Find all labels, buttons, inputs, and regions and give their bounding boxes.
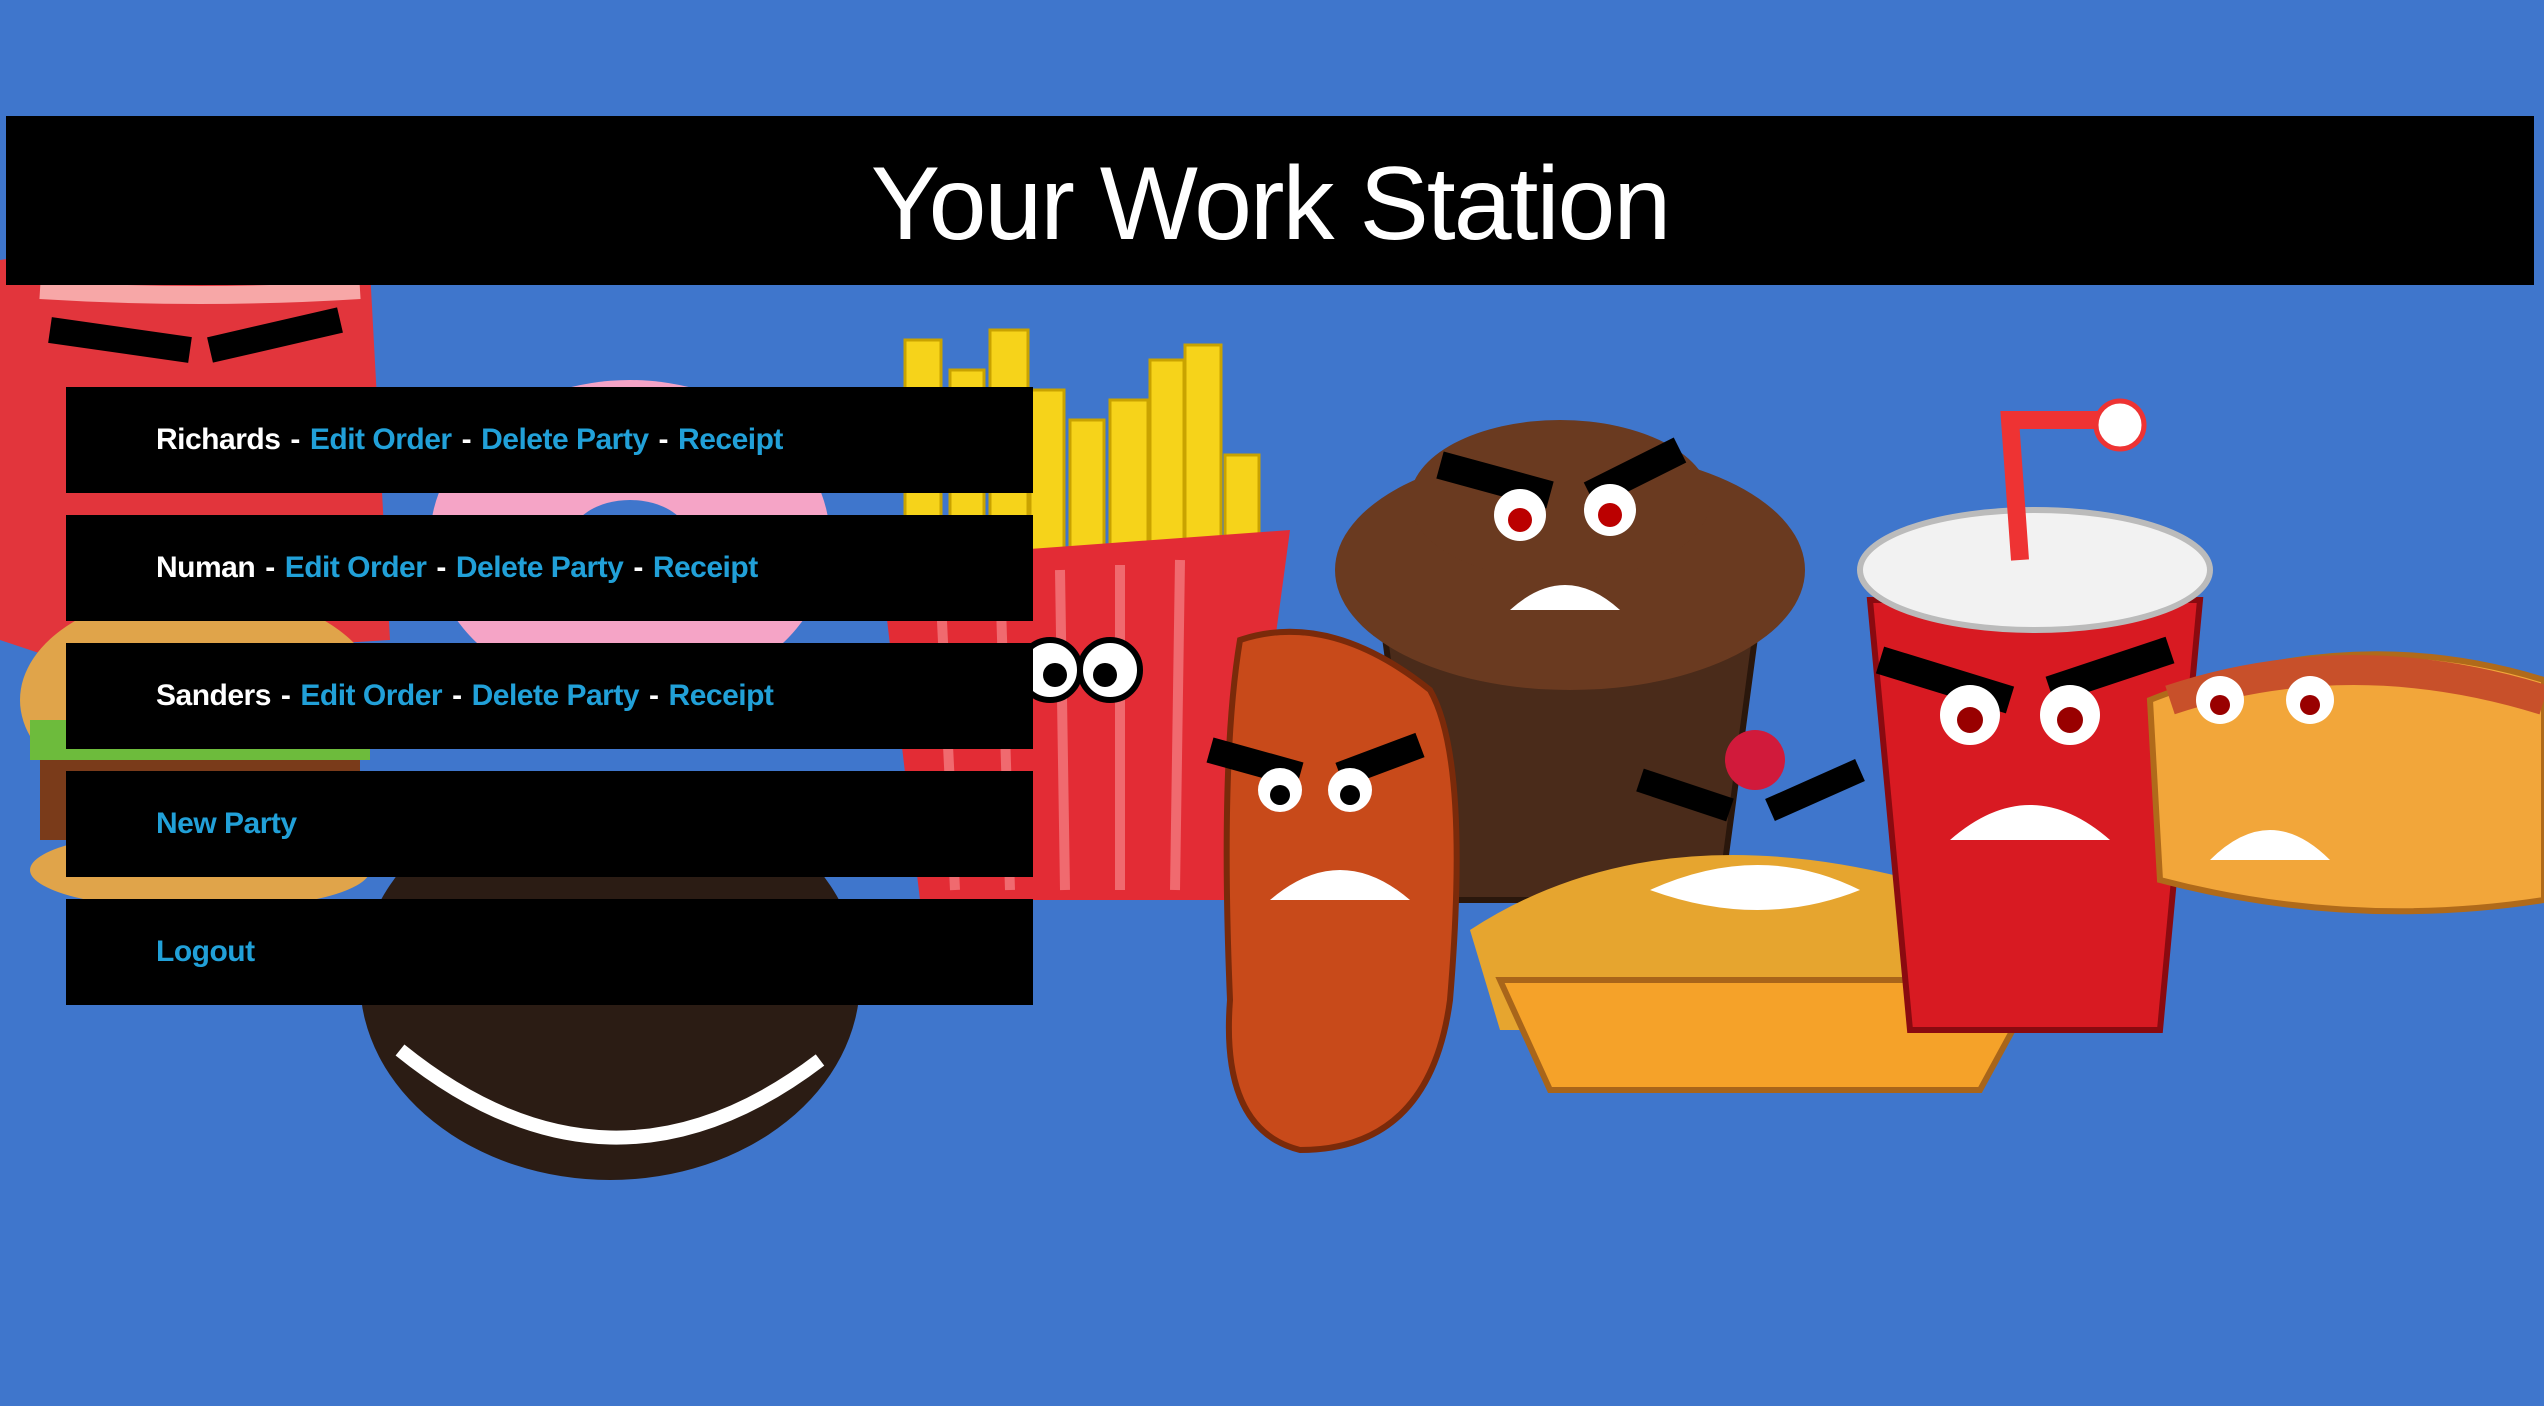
- separator: -: [658, 423, 669, 456]
- page-title: Your Work Station: [870, 146, 1671, 262]
- party-name: Sanders: [156, 679, 271, 712]
- separator: -: [280, 679, 291, 712]
- edit-order-link[interactable]: Edit Order: [300, 679, 442, 713]
- party-name: Numan: [156, 551, 256, 584]
- new-party-row: New Party: [66, 771, 1033, 877]
- party-row: Sanders - Edit Order - Delete Party - Re…: [66, 643, 1033, 749]
- delete-party-link[interactable]: Delete Party: [472, 679, 640, 713]
- delete-party-link[interactable]: Delete Party: [456, 551, 624, 585]
- separator: -: [461, 423, 472, 456]
- edit-order-link[interactable]: Edit Order: [285, 551, 427, 585]
- separator: -: [265, 551, 275, 584]
- separator: -: [436, 551, 446, 584]
- logout-link[interactable]: Logout: [156, 935, 255, 969]
- separator: -: [290, 423, 300, 456]
- receipt-link[interactable]: Receipt: [669, 679, 774, 713]
- logout-row: Logout: [66, 899, 1033, 1005]
- hotdog-character: [2146, 651, 2544, 915]
- edit-order-link[interactable]: Edit Order: [310, 423, 452, 457]
- party-row: Richards - Edit Order - Delete Party - R…: [66, 387, 1033, 493]
- separator: -: [633, 551, 643, 584]
- receipt-link[interactable]: Receipt: [653, 551, 758, 585]
- separator: -: [452, 679, 462, 712]
- party-row: Numan - Edit Order - Delete Party - Rece…: [66, 515, 1033, 621]
- sausage-character: [1206, 628, 1460, 1154]
- delete-party-link[interactable]: Delete Party: [481, 423, 649, 457]
- separator: -: [649, 679, 659, 712]
- page-header: Your Work Station: [6, 116, 2534, 285]
- receipt-link[interactable]: Receipt: [678, 423, 783, 457]
- new-party-link[interactable]: New Party: [156, 807, 297, 841]
- party-name: Richards: [156, 423, 281, 456]
